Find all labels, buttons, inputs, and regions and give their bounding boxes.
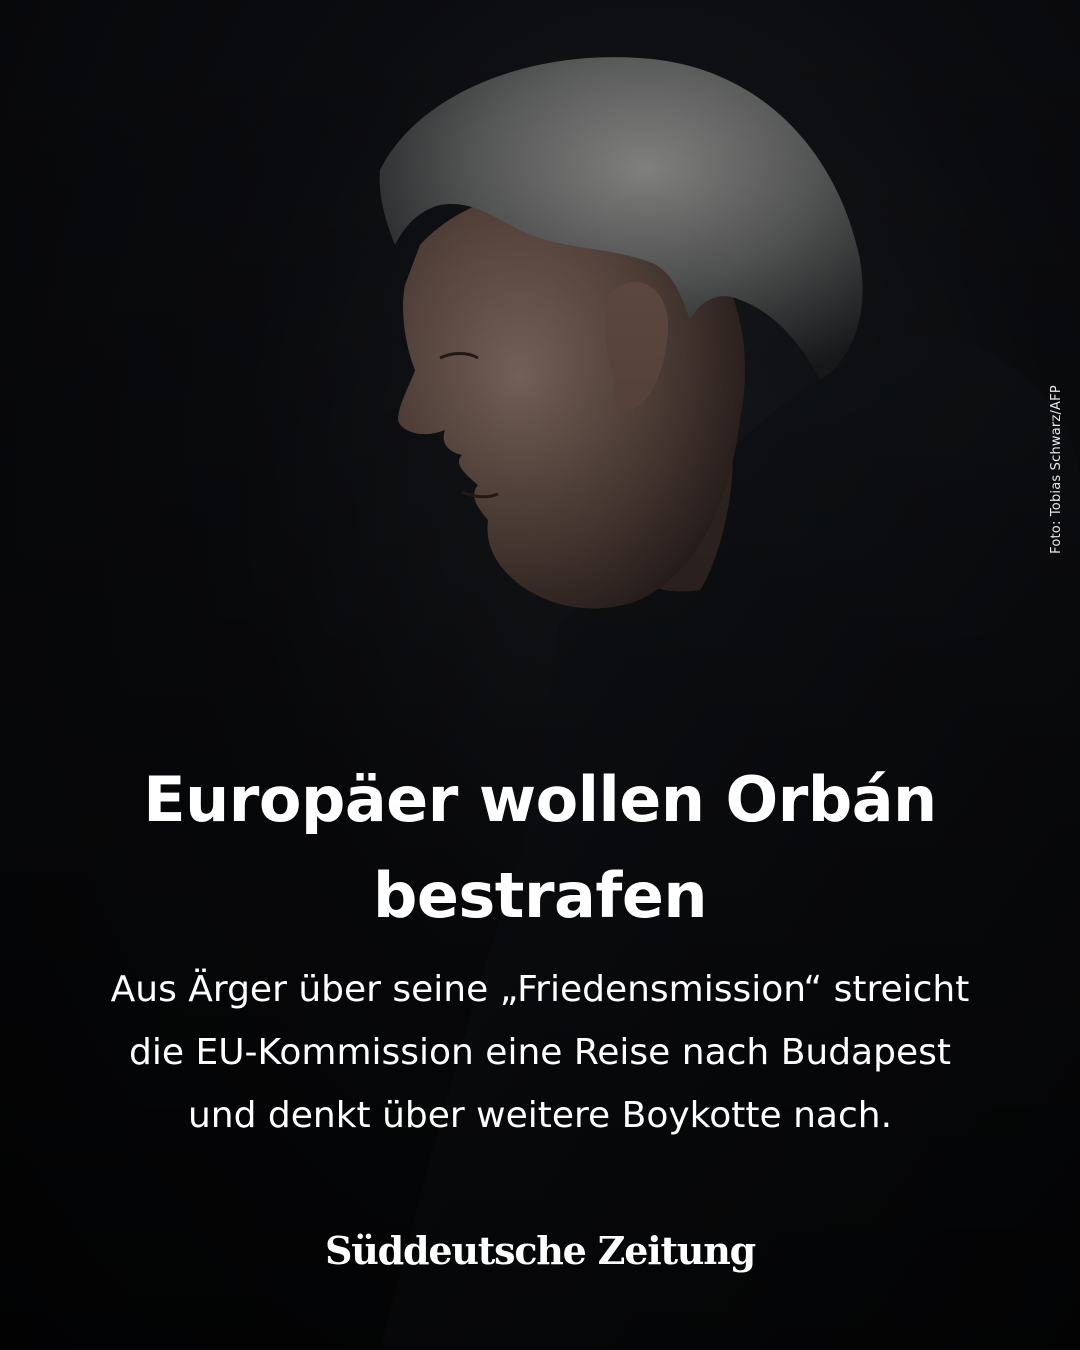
subheadline-line-1: Aus Ärger über seine „Friedensmission“ s…: [110, 969, 970, 1010]
portrait-photo: [0, 0, 1080, 1350]
photo-credit: Foto: Tobias Schwarz/AFP: [1046, 362, 1066, 577]
photo-credit-text: Foto: Tobias Schwarz/AFP: [1048, 385, 1064, 554]
headline-line-1: Europäer wollen Orbán: [143, 763, 937, 836]
subheadline-line-3: und denkt über weitere Boykotte nach.: [187, 1095, 893, 1136]
subheadline: Aus Ärger über seine „Friedensmission“ s…: [40, 958, 1040, 1147]
brand-logo: Süddeutsche Zeitung: [290, 1228, 790, 1273]
headline: Europäer wollen Orbán bestrafen: [60, 752, 1020, 944]
post-canvas: Foto: Tobias Schwarz/AFP Europäer wollen…: [0, 0, 1080, 1350]
brand-logo-text: Süddeutsche Zeitung: [324, 1228, 756, 1273]
subheadline-line-2: die EU-Kommission eine Reise nach Budape…: [129, 1032, 951, 1073]
headline-line-2: bestrafen: [372, 859, 708, 932]
